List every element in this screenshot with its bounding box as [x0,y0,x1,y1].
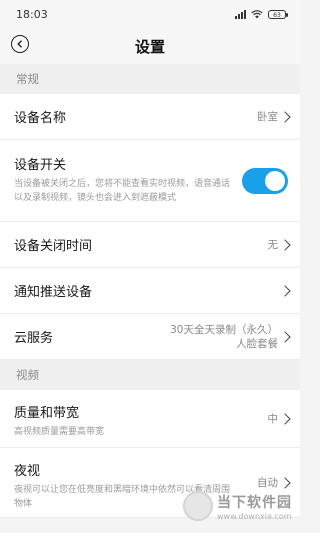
quality-value: 中 [267,412,279,425]
notify-device-row[interactable]: 通知推送设备 [0,268,300,314]
device-name-label: 设备名称 [14,111,67,126]
device-switch-desc: 当设备被关闭之后，您将不能查看实时视频，语音通话以及录制视频，镜头也会进入到遮蔽… [14,179,231,203]
cloud-service-label: 云服务 [14,331,54,346]
chevron-left-icon [17,40,22,48]
shutdown-time-label: 设备关闭时间 [14,239,93,254]
quality-label: 质量和带宽 [14,406,80,421]
chevron-right-icon [279,110,291,123]
cloud-plan-type: 人脸套餐 [236,337,278,350]
chevron-right-icon [279,330,291,343]
battery-icon: 63 [268,9,288,19]
device-switch-row: 设备开关 当设备被关闭之后，您将不能查看实时视频，语音通话以及录制视频，镜头也会… [0,140,300,222]
device-switch-toggle[interactable] [242,167,288,194]
shutdown-time-value: 无 [267,238,279,251]
section-header-video: 视频 [0,360,300,390]
toggle-knob [265,170,285,191]
chevron-right-icon [279,238,291,251]
page-title: 设置 [134,37,165,56]
cloud-service-row[interactable]: 云服务 30天全天录制（永久） 人脸套餐 [0,314,300,360]
quality-desc: 高视频质量需要高带宽 [14,427,105,437]
chevron-right-icon [279,412,291,425]
watermark-url: www.downxia.com [217,511,292,521]
shutdown-time-row[interactable]: 设备关闭时间 无 [0,222,300,268]
status-time: 18:03 [16,7,48,21]
chevron-right-icon [279,476,291,489]
device-switch-label: 设备开关 [14,158,67,173]
back-button[interactable] [11,35,29,53]
device-name-value: 卧室 [257,110,278,123]
status-icons: 63 [235,9,288,19]
watermark-text: 当下软件园 [217,494,292,511]
chevron-right-icon [279,284,291,297]
watermark-logo-icon [183,491,213,521]
notify-device-label: 通知推送设备 [14,285,93,300]
cloud-plan-duration: 30天全天录制（永久） [170,323,278,336]
quality-row[interactable]: 质量和带宽 高视频质量需要高带宽 中 [0,390,300,448]
battery-level: 63 [273,11,281,19]
nav-bar: 设置 [0,28,300,64]
settings-screen: 18:03 63 设置 常规 设备名称 卧室 设备开关 当设备被关闭之后，您将不… [0,0,300,533]
night-vision-label: 夜视 [14,464,41,479]
watermark: 当下软件园 www.downxia.com [183,491,292,521]
signal-icon [235,9,246,19]
section-header-general: 常规 [0,64,300,94]
watermark-text-group: 当下软件园 www.downxia.com [217,492,292,521]
device-name-row[interactable]: 设备名称 卧室 [0,94,300,140]
wifi-icon [251,9,263,18]
status-bar: 18:03 63 [0,0,300,28]
night-vision-value: 自动 [257,476,278,489]
cloud-service-value: 30天全天录制（永久） 人脸套餐 [170,323,278,351]
